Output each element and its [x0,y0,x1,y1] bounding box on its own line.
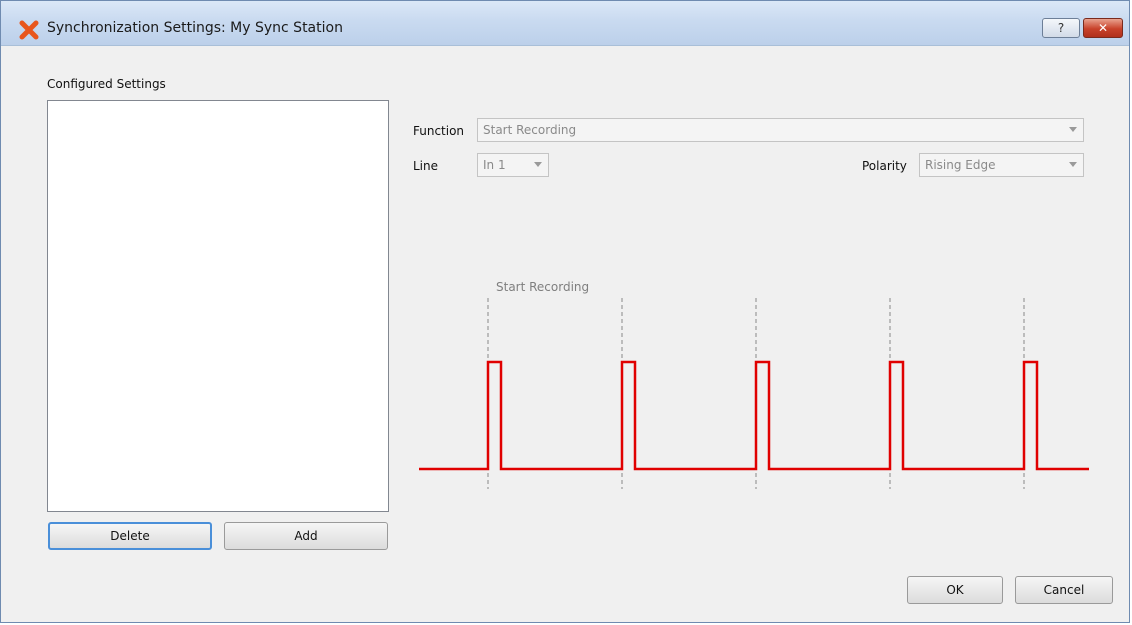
configured-settings-label: Configured Settings [47,77,166,91]
ok-button[interactable]: OK [907,576,1003,604]
diagram-annotation: Start Recording [496,280,589,294]
polarity-value: Rising Edge [925,158,996,172]
function-select[interactable]: Start Recording [477,118,1084,142]
app-logo-icon [19,20,39,40]
window-title: Synchronization Settings: My Sync Statio… [47,20,343,36]
delete-button-label: Delete [110,529,150,543]
close-icon: ✕ [1097,21,1109,35]
sync-settings-dialog: Synchronization Settings: My Sync Statio… [0,0,1130,623]
configured-settings-list[interactable] [47,100,389,512]
line-label: Line [413,159,439,173]
cancel-button[interactable]: Cancel [1015,576,1113,604]
chevron-down-icon [1069,127,1077,132]
line-select[interactable]: In 1 [477,153,549,177]
title-bar[interactable]: Synchronization Settings: My Sync Statio… [1,1,1129,46]
signal-diagram: Start Recording [419,280,1089,489]
help-button[interactable]: ? [1042,18,1080,38]
dialog-body: Configured Settings Delete Add Function … [7,46,1125,620]
help-icon: ? [1057,21,1065,35]
line-value: In 1 [483,158,506,172]
ok-button-label: OK [946,583,964,597]
add-button[interactable]: Add [224,522,388,550]
delete-button[interactable]: Delete [48,522,212,550]
close-button[interactable]: ✕ [1083,18,1123,38]
function-value: Start Recording [483,123,577,137]
signal-trace [419,360,1089,471]
cancel-button-label: Cancel [1043,583,1085,597]
chevron-down-icon [1069,162,1077,167]
chevron-down-icon [534,162,542,167]
add-button-label: Add [294,529,318,543]
function-label: Function [413,124,465,138]
polarity-select[interactable]: Rising Edge [919,153,1084,177]
polarity-label: Polarity [862,159,907,173]
